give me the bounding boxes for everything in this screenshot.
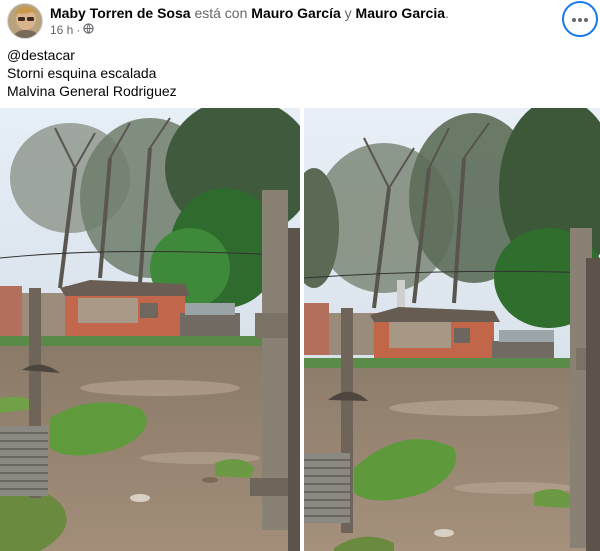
tagged-person-1-link[interactable]: Mauro García (251, 5, 340, 21)
author-name-link[interactable]: Maby Torren de Sosa (50, 5, 191, 21)
globe-icon (83, 23, 95, 37)
photo-flooded-street-left[interactable] (0, 108, 300, 551)
post-timestamp[interactable]: 16 h (50, 23, 73, 37)
post-text-line-1: @destacar (7, 47, 75, 63)
post-text-line-3: Malvina General Rodriguez (7, 83, 177, 99)
photo-flooded-street-right[interactable] (304, 108, 600, 551)
post-text: @destacar Storni esquina escalada Malvin… (7, 46, 177, 100)
ellipsis-icon (571, 10, 589, 28)
meta-separator: · (76, 23, 81, 37)
post-header: Maby Torren de Sosa está con Mauro Garcí… (0, 0, 600, 42)
post-header-line: Maby Torren de Sosa está con Mauro Garcí… (50, 5, 449, 22)
header-end-punct: . (445, 5, 449, 21)
author-avatar[interactable] (7, 3, 43, 39)
tagged-connector: está con (194, 5, 248, 21)
tag-conjunction: y (344, 5, 352, 21)
post-text-line-2: Storni esquina escalada (7, 65, 157, 81)
post-meta: 16 h · (50, 23, 95, 37)
more-options-button[interactable] (562, 1, 598, 37)
tagged-person-2-link[interactable]: Mauro Garcia (356, 5, 445, 21)
